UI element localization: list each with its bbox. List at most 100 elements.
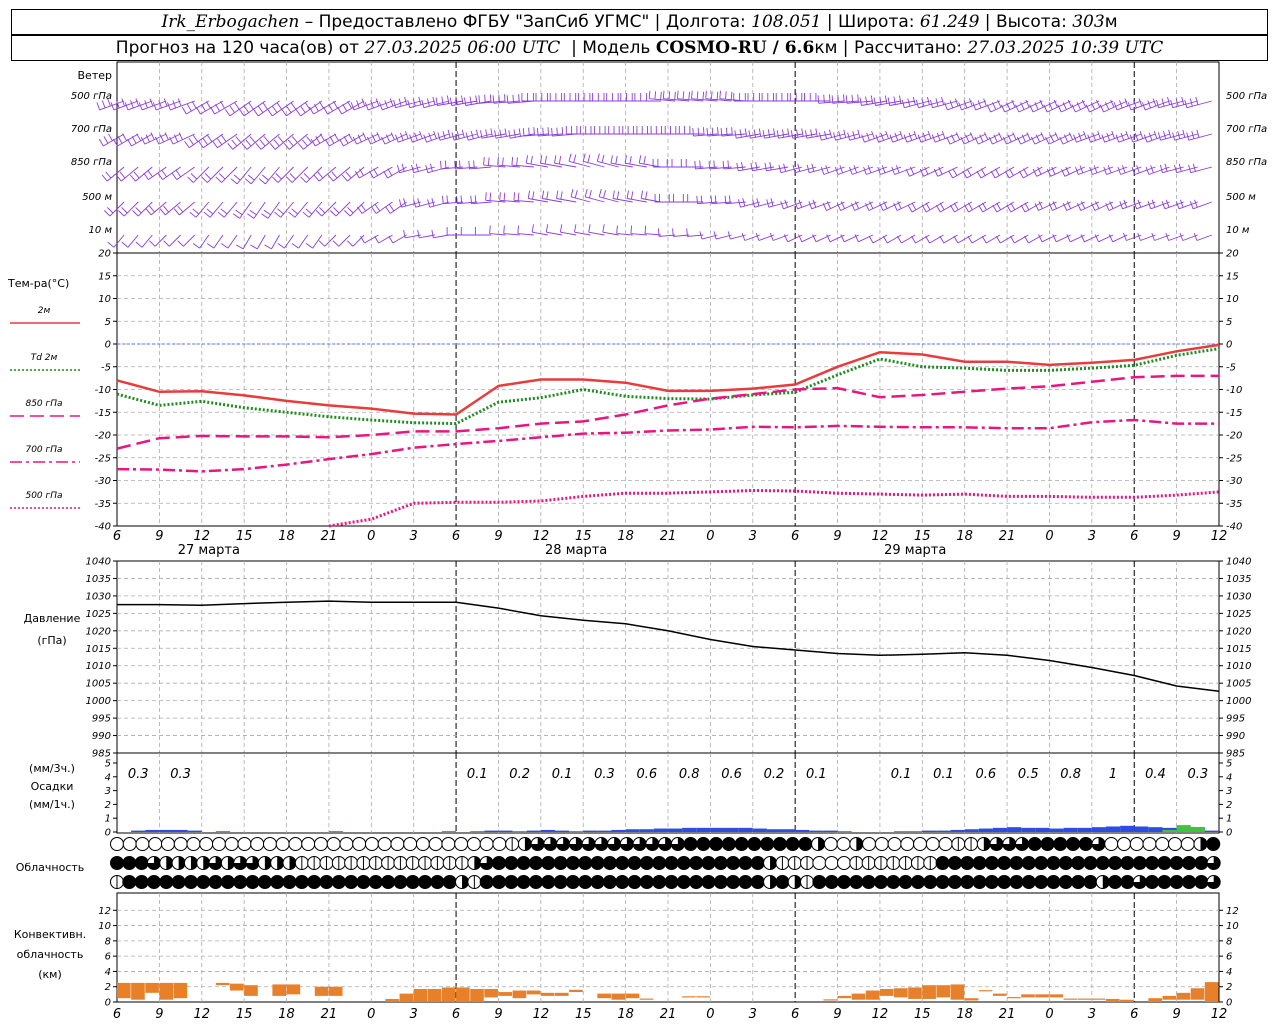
conv-bar (159, 982, 174, 1000)
conv-bar (230, 983, 244, 991)
pressure-axis-ytick-label: 1025 (86, 609, 111, 620)
cloud-fill (1120, 875, 1134, 889)
wind-barb (568, 153, 591, 168)
cloud-fill (578, 875, 592, 889)
bottom-time-tick-label: 21 (660, 1007, 677, 1022)
precip-3h-label: 0.5 (1018, 767, 1039, 782)
pressure-axis-ytick-label: 990 (92, 731, 111, 742)
precip-3h-label: 0.6 (976, 767, 997, 782)
precip-bar (159, 829, 174, 832)
precip-3h-label: 0.3 (170, 767, 191, 782)
wind-barb (221, 234, 238, 249)
wind-barb (535, 93, 562, 102)
temp-ylabel: Тем-ра(°С) (7, 277, 69, 290)
cloud-fill (492, 856, 506, 870)
cloud-fill (258, 875, 272, 889)
cloud-fill (983, 837, 991, 851)
cloud-fill (504, 856, 518, 870)
precip-ylabel-bottom: (мм/1ч.) (29, 798, 75, 811)
conv-bar (413, 989, 428, 1002)
cloud-symbol (441, 837, 456, 851)
bottom-time-tick-label: 9 (155, 1007, 163, 1022)
bottom-time-tick-label: 18 (278, 1007, 295, 1022)
conv-axis-ytick-label: 4 (105, 967, 111, 978)
conv-axis-ytick-label: 6 (105, 952, 111, 963)
wind-barb (761, 93, 789, 102)
wind-barb (692, 127, 718, 137)
wind-barb (1193, 232, 1213, 241)
time-tick-label: 21 (321, 529, 338, 544)
temp-axis-ytick-label: -5 (101, 362, 111, 373)
cloud-fill (122, 875, 136, 889)
temp-axis-ytick-label: -20 (95, 431, 111, 442)
wind-barb (388, 234, 407, 244)
date-label: 29 марта (884, 543, 946, 558)
precip-3h-label: 0.1 (806, 767, 827, 782)
precip-bar (1134, 826, 1149, 832)
wind-barb (1085, 99, 1114, 113)
wind-level-label: 10 м (1226, 225, 1250, 236)
wind-barb (309, 100, 337, 115)
bottom-time-tick-label: 21 (321, 1007, 338, 1022)
wind-barb (1057, 99, 1085, 113)
precip-3h-label: 0.2 (509, 767, 530, 782)
cloud-fill (1157, 875, 1171, 889)
temp-axis-ytick-label: 15 (1226, 271, 1239, 282)
wind-barb (421, 96, 450, 109)
cloud-fill (1194, 856, 1208, 870)
bottom-time-tick-label: 21 (999, 1007, 1016, 1022)
cloud-fill (603, 875, 617, 889)
cloud-symbol (925, 837, 940, 851)
precip-bar (441, 831, 457, 832)
wind-barb (664, 126, 690, 135)
precip-bar (1063, 827, 1078, 832)
cloud-fill (1108, 856, 1122, 870)
conv-bar (682, 996, 696, 998)
precip-axis-ytick-label: 2 (105, 800, 111, 811)
cloud-fill (1010, 856, 1024, 870)
conv-bar (173, 982, 188, 999)
pressure-axis-ytick-label: 1035 (86, 574, 111, 585)
precip-3h-label: 0.3 (128, 767, 149, 782)
time-tick-label: 3 (410, 529, 418, 544)
precip-bar (1105, 826, 1121, 832)
cloud-fill (1108, 875, 1122, 889)
cloud-fill (517, 856, 531, 870)
precip-3h-label: 0.6 (636, 767, 657, 782)
wind-barb (610, 155, 633, 168)
wind-barb (650, 126, 676, 135)
wind-barb (215, 166, 238, 183)
cloud-fill (1096, 856, 1110, 870)
cloud-symbol (428, 837, 443, 851)
cloud-fill (344, 875, 358, 889)
wind-barb (463, 95, 492, 106)
pressure-axis-ytick-label: 995 (92, 714, 111, 725)
cloud-fill (147, 875, 161, 889)
precip-bar (1021, 827, 1036, 832)
wind-barb (460, 227, 478, 236)
cloud-fill (948, 875, 962, 889)
wind-barb (121, 234, 139, 248)
conv-bar (470, 989, 484, 1002)
time-tick-label: 12 (1211, 529, 1228, 544)
conv-bar (1162, 995, 1177, 1000)
wind-barb (911, 234, 930, 244)
cloud-fill (1206, 837, 1220, 851)
cloud-symbol (1180, 837, 1195, 851)
cloud-fill (1145, 856, 1159, 870)
pressure-axis-ytick-label: 1000 (86, 696, 111, 707)
cloud-symbol (313, 837, 328, 851)
wind-barb (579, 126, 605, 135)
conv-axis-ytick-label: 2 (105, 982, 111, 993)
temp-axis-ytick-label: 0 (1226, 340, 1232, 351)
wind-barb (598, 188, 619, 203)
pressure-axis-ytick-label: 1005 (1226, 679, 1251, 690)
wind-barb (236, 234, 252, 250)
cloud-fill (615, 875, 629, 889)
cloud-symbol (1155, 837, 1170, 851)
conv-bar (823, 999, 838, 1001)
temp-axis-ytick-label: -15 (1226, 408, 1242, 419)
cloud-symbol (492, 837, 507, 851)
time-tick-label: 18 (278, 529, 295, 544)
precip-bar (653, 828, 668, 832)
